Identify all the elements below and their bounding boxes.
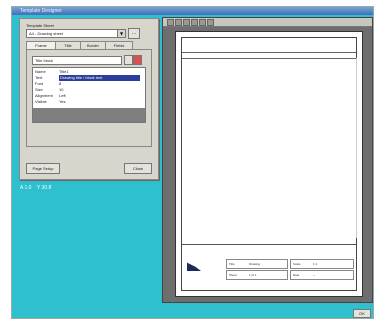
title-block-label: Title [229,262,235,266]
add-icon[interactable] [124,55,133,65]
prev-page-icon[interactable] [199,19,206,26]
next-page-icon[interactable] [207,19,214,26]
fit-page-icon[interactable] [191,19,198,26]
title-block-value: Drawing [249,262,261,266]
frame-divider [356,58,357,238]
title-block-value: 1:1 [313,262,318,266]
template-dialog: Template Sheet A4 - Drawing sheet ▼ ... … [19,18,159,180]
title-block-value: -- [313,273,315,277]
property-value: Yes [59,99,66,104]
preview-toolbar [163,18,372,27]
app-window: Template Designer Template Sheet A4 - Dr… [11,6,374,319]
status-readout: A 1.0 Y 30.8 [20,185,51,191]
title-block-cell: Sheet 1 of 1 [226,270,288,280]
title-block: Title Drawing Scale 1:1 Sheet 1 of 1 Dat… [182,244,356,291]
title-block-cell: Date -- [290,270,354,280]
close-button[interactable]: Close [124,163,152,174]
title-bar: Template Designer [12,7,373,15]
delete-icon[interactable] [133,55,142,65]
property-grid-empty-area [33,108,145,122]
screen: Template Designer Template Sheet A4 - Dr… [0,0,380,323]
page-setup-button[interactable]: Page Setup [26,163,60,174]
property-key: Visible [35,99,47,104]
item-select[interactable]: Title block [32,56,122,65]
header-band [182,38,356,53]
status-left: A 1.0 [20,185,32,191]
property-row[interactable]: Visible Yes [33,99,145,105]
ok-button[interactable]: OK [353,309,371,318]
zoom-in-icon[interactable] [175,19,182,26]
title-block-label: Date [293,273,300,277]
drawing-frame: Title Drawing Scale 1:1 Sheet 1 of 1 Dat… [181,37,357,291]
template-select[interactable]: A4 - Drawing sheet ▼ [26,29,126,38]
item-select-value: Title block [35,58,53,63]
chevron-down-icon[interactable]: ▼ [117,30,125,37]
tab-bar: Frame Title Border Fields [26,41,150,50]
company-logo [187,262,201,271]
title-block-cell: Scale 1:1 [290,259,354,269]
header-band-secondary [182,53,356,59]
title-block-cell: Title Drawing [226,259,288,269]
browse-button[interactable]: ... [128,28,140,39]
print-icon[interactable] [167,19,174,26]
preview-page: Title Drawing Scale 1:1 Sheet 1 of 1 Dat… [175,31,363,297]
title-block-label: Scale [293,262,301,266]
preview-window: Title Drawing Scale 1:1 Sheet 1 of 1 Dat… [162,17,373,303]
template-group-label: Template Sheet [26,23,54,28]
title-block-value: 1 of 1 [249,273,257,277]
window-title: Template Designer [20,8,62,14]
template-select-value: A4 - Drawing sheet [29,31,64,36]
status-right: Y 30.8 [36,185,52,191]
property-grid[interactable]: Name Title1 Text Drawing title / block t… [32,67,146,123]
title-block-label: Sheet [229,273,237,277]
zoom-out-icon[interactable] [183,19,190,26]
tab-panel: Title block Name Title1 Text Drawing tit… [26,49,152,147]
